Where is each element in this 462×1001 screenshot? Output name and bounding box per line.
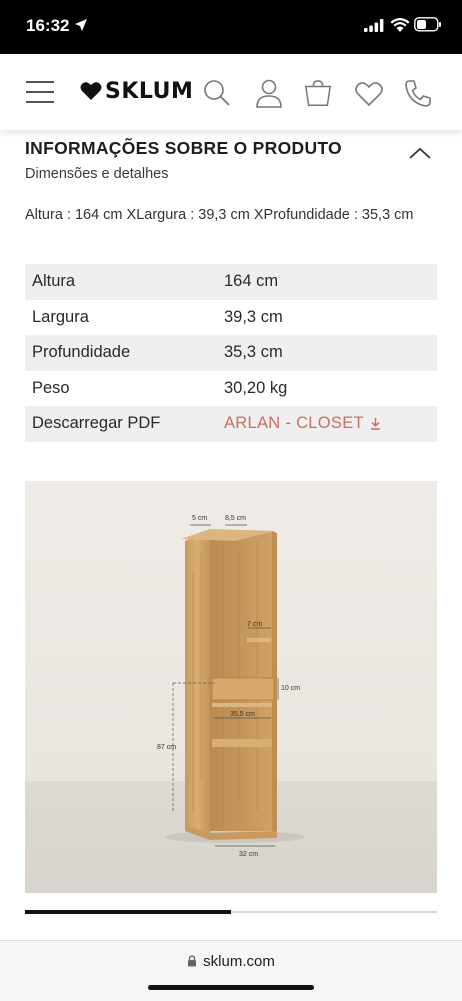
search-icon[interactable]	[202, 78, 232, 108]
download-icon[interactable]	[370, 417, 381, 430]
cellular-signal-icon	[364, 19, 384, 32]
chevron-up-icon[interactable]	[408, 145, 432, 161]
url-text: sklum.com	[203, 953, 275, 970]
spec-label: Profundidade	[32, 343, 131, 362]
spec-label: Largura	[32, 307, 89, 326]
lock-icon	[188, 955, 197, 967]
spec-row-depth: Profundidade 35,3 cm	[25, 335, 437, 371]
spec-value: 164 cm	[224, 272, 279, 291]
phone-icon[interactable]	[403, 78, 433, 108]
carousel-progress-fill	[25, 910, 231, 914]
pdf-download-link[interactable]: ARLAN - CLOSET	[224, 406, 437, 442]
spec-value: 39,3 cm	[224, 307, 283, 326]
dim-label-small-shelf: 7 cm	[247, 621, 262, 628]
spec-label: Descarregar PDF	[32, 414, 161, 433]
spec-row-height: Altura 164 cm	[25, 264, 437, 300]
pdf-link-text[interactable]: ARLAN - CLOSET	[224, 414, 364, 432]
closet-illustration: 5 cm 8,5 cm 7 cm 10 cm 35,5 cm 87 cm 32 …	[25, 481, 437, 893]
spec-row-weight: Peso 30,20 kg	[25, 371, 437, 407]
spec-value: 35,3 cm	[224, 343, 283, 362]
dim-label-top-right: 8,5 cm	[225, 515, 246, 522]
dim-label-top-left: 5 cm	[192, 515, 207, 522]
dim-label-inner-width: 35,5 cm	[230, 711, 255, 718]
user-icon[interactable]	[254, 78, 284, 108]
wishlist-icon[interactable]	[354, 78, 384, 108]
section-title: INFORMAÇÕES SOBRE O PRODUTO	[25, 138, 342, 158]
menu-icon[interactable]	[26, 80, 54, 104]
spec-row-pdf: Descarregar PDF ARLAN - CLOSET	[25, 406, 437, 442]
sklum-logo[interactable]: SKLUM	[80, 77, 193, 105]
dim-label-base-width: 32 cm	[239, 851, 258, 858]
status-bar: 16:32	[0, 0, 462, 54]
spec-label: Peso	[32, 378, 70, 397]
spec-label: Altura	[32, 272, 76, 291]
section-subtitle: Dimensões e detalhes	[25, 166, 169, 182]
heart-logo-icon	[80, 82, 102, 100]
product-image[interactable]: 5 cm 8,5 cm 7 cm 10 cm 35,5 cm 87 cm 32 …	[25, 481, 437, 893]
spec-table: Altura 164 cm Largura 39,3 cm Profundida…	[25, 264, 437, 442]
home-indicator[interactable]	[148, 985, 314, 990]
spec-row-width: Largura 39,3 cm	[25, 300, 437, 336]
dim-label-drawer: 10 cm	[281, 685, 300, 692]
spec-value: 30,20 kg	[224, 378, 288, 397]
browser-address-bar	[0, 940, 462, 1001]
dimensions-summary: Altura : 164 cm XLargura : 39,3 cm XProf…	[25, 207, 414, 223]
location-arrow-icon	[75, 19, 87, 31]
logo-text: SKLUM	[105, 78, 194, 104]
status-time: 16:32	[26, 16, 70, 35]
dim-label-lower-height: 87 cm	[157, 744, 176, 751]
wifi-icon	[390, 18, 410, 32]
cart-icon[interactable]	[303, 78, 333, 108]
battery-icon	[414, 17, 441, 32]
url-display[interactable]: sklum.com	[0, 953, 462, 970]
